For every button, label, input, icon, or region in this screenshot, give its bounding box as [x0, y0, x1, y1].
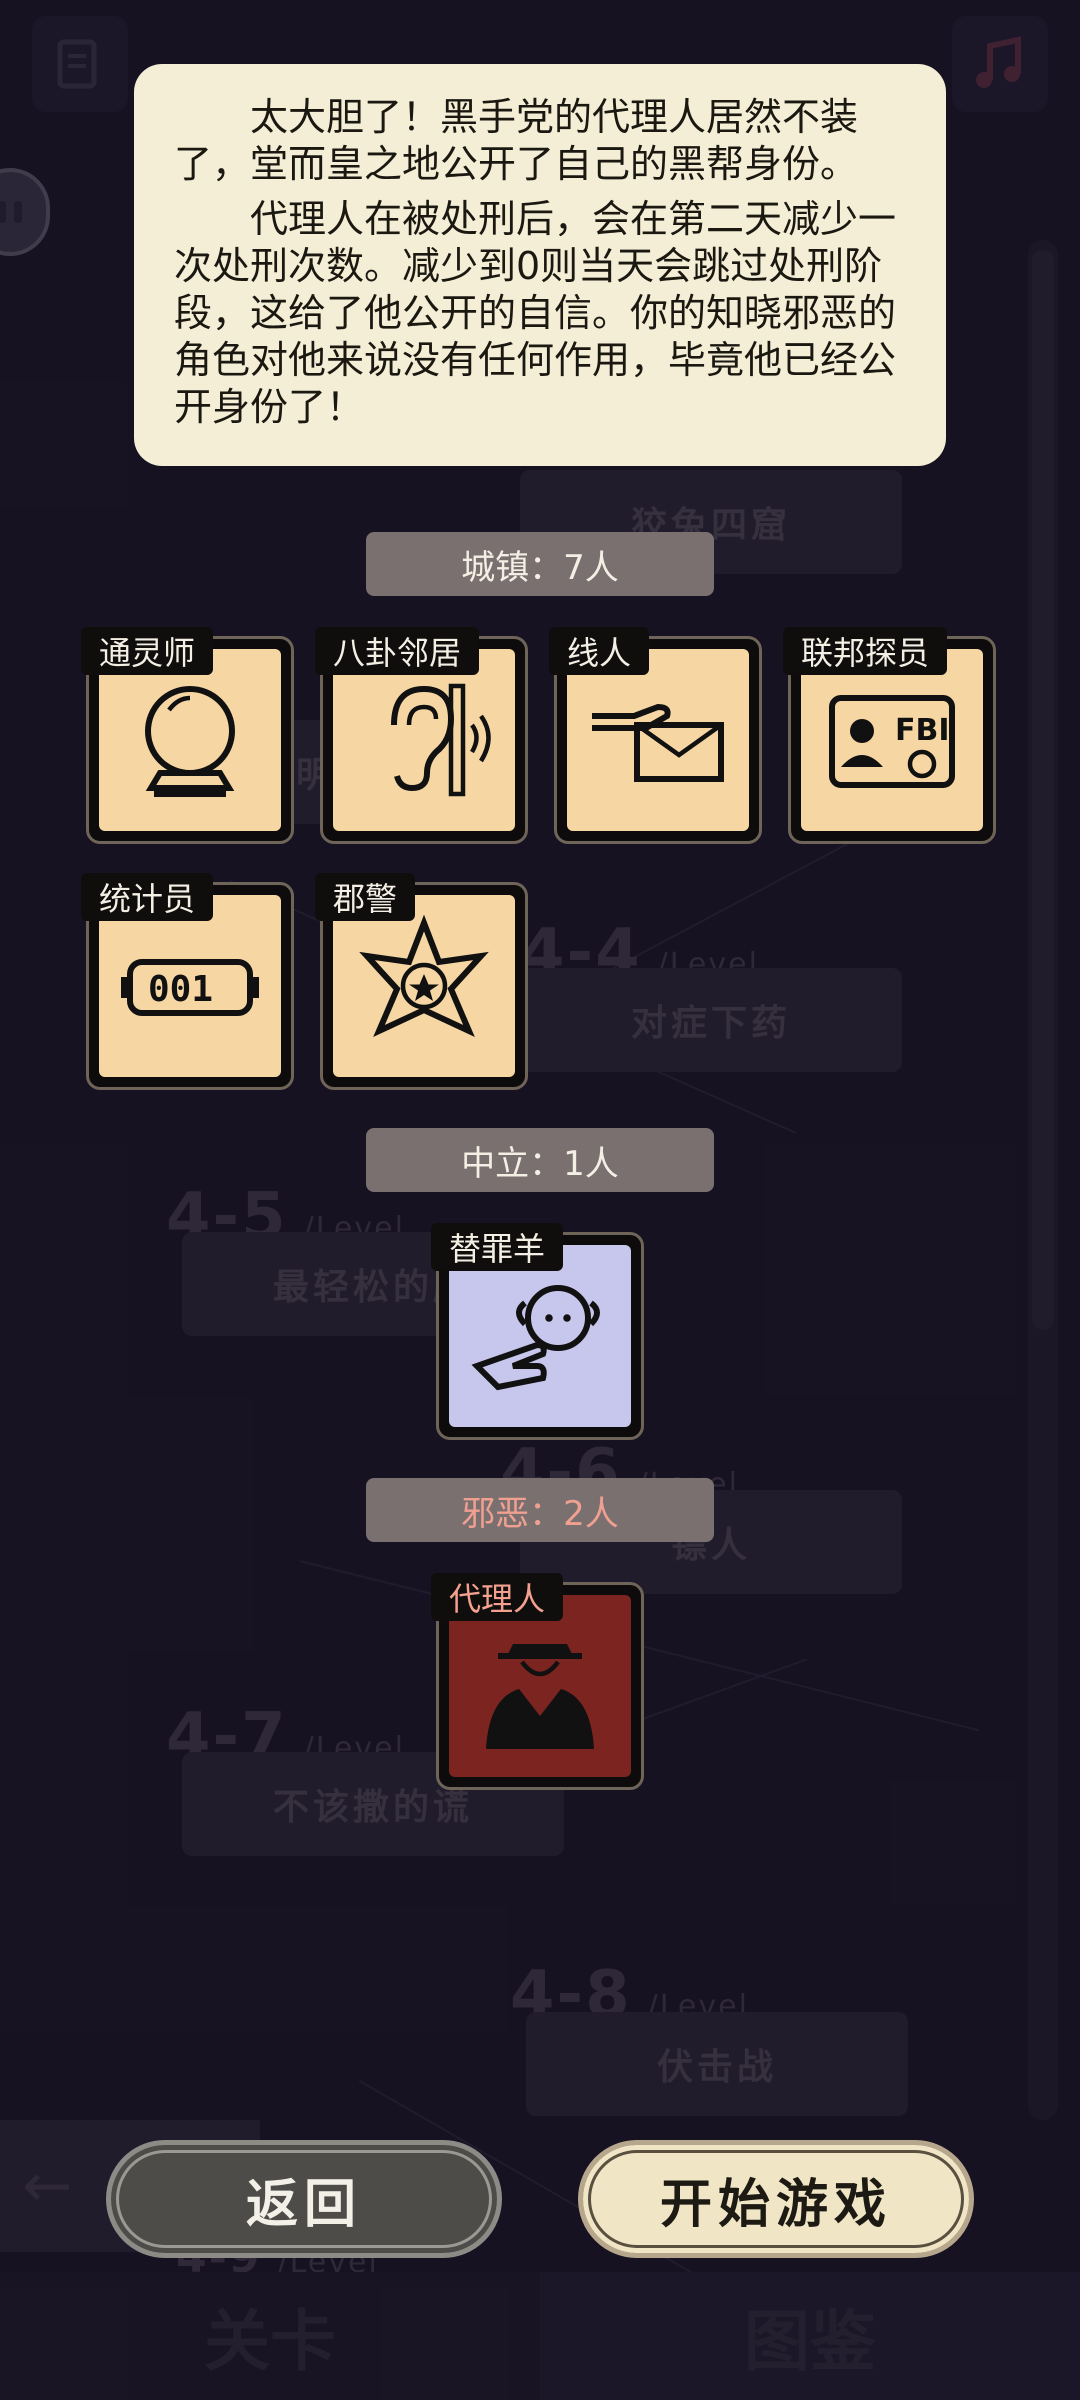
- mobster-icon: [486, 1644, 594, 1749]
- role-name: 八卦邻居: [315, 627, 480, 675]
- start-game-button[interactable]: 开始游戏: [578, 2140, 974, 2258]
- evil-section-header: 邪恶：2人: [366, 1478, 714, 1542]
- hand-envelope-icon: [592, 703, 724, 782]
- ear-icon: [391, 683, 491, 797]
- role-name: 郡警: [315, 873, 416, 921]
- description-paragraph: 太大胆了！黑手党的代理人居然不装了，堂而皇之地公开了自己的黑帮身份。: [174, 95, 859, 186]
- crystal-ball-icon: [145, 686, 235, 797]
- start-button-label: 开始游戏: [659, 2174, 892, 2235]
- fbi-text: FBI: [895, 713, 950, 748]
- back-button[interactable]: 返回: [106, 2140, 502, 2258]
- sheep-pointing-icon: [471, 1285, 600, 1391]
- role-card-statistician[interactable]: 001 统计员: [81, 873, 294, 1090]
- counter-digits: 001: [148, 969, 213, 1010]
- section-title: 中立：1人: [461, 1143, 619, 1184]
- sheriff-star-icon: [359, 914, 489, 1038]
- description-paragraph: 代理人在被处刑后，会在第二天减少一次处刑次数。减少到0则当天会跳过处刑阶段，这给…: [174, 197, 897, 429]
- fbi-badge-icon: FBI: [829, 695, 955, 788]
- back-button-label: 返回: [245, 2174, 362, 2235]
- section-title: 邪恶：2人: [461, 1493, 619, 1534]
- role-card-sheriff[interactable]: 郡警: [315, 873, 528, 1090]
- neutral-section-header: 中立：1人: [366, 1128, 714, 1192]
- role-card-proxy[interactable]: 代理人: [431, 1573, 644, 1790]
- role-name: 代理人: [431, 1573, 564, 1621]
- role-name: 统计员: [81, 873, 214, 921]
- role-card-fbi-agent[interactable]: FBI 联邦探员: [783, 627, 996, 844]
- section-title: 城镇：7人: [461, 547, 619, 588]
- role-name: 线人: [549, 627, 650, 675]
- level-description-box: 太大胆了！黑手党的代理人居然不装了，堂而皇之地公开了自己的黑帮身份。 代理人在被…: [134, 64, 946, 466]
- town-section-header: 城镇：7人: [366, 532, 714, 596]
- role-name: 联邦探员: [783, 627, 948, 675]
- role-card-scapegoat[interactable]: 替罪羊: [431, 1223, 644, 1440]
- role-card-medium[interactable]: 通灵师: [81, 627, 294, 844]
- role-card-informant[interactable]: 线人: [549, 627, 762, 844]
- counter-icon: 001: [121, 959, 259, 1016]
- role-name: 通灵师: [81, 627, 214, 675]
- role-card-gossip-neighbor[interactable]: 八卦邻居: [315, 627, 528, 844]
- role-name: 替罪羊: [431, 1223, 564, 1271]
